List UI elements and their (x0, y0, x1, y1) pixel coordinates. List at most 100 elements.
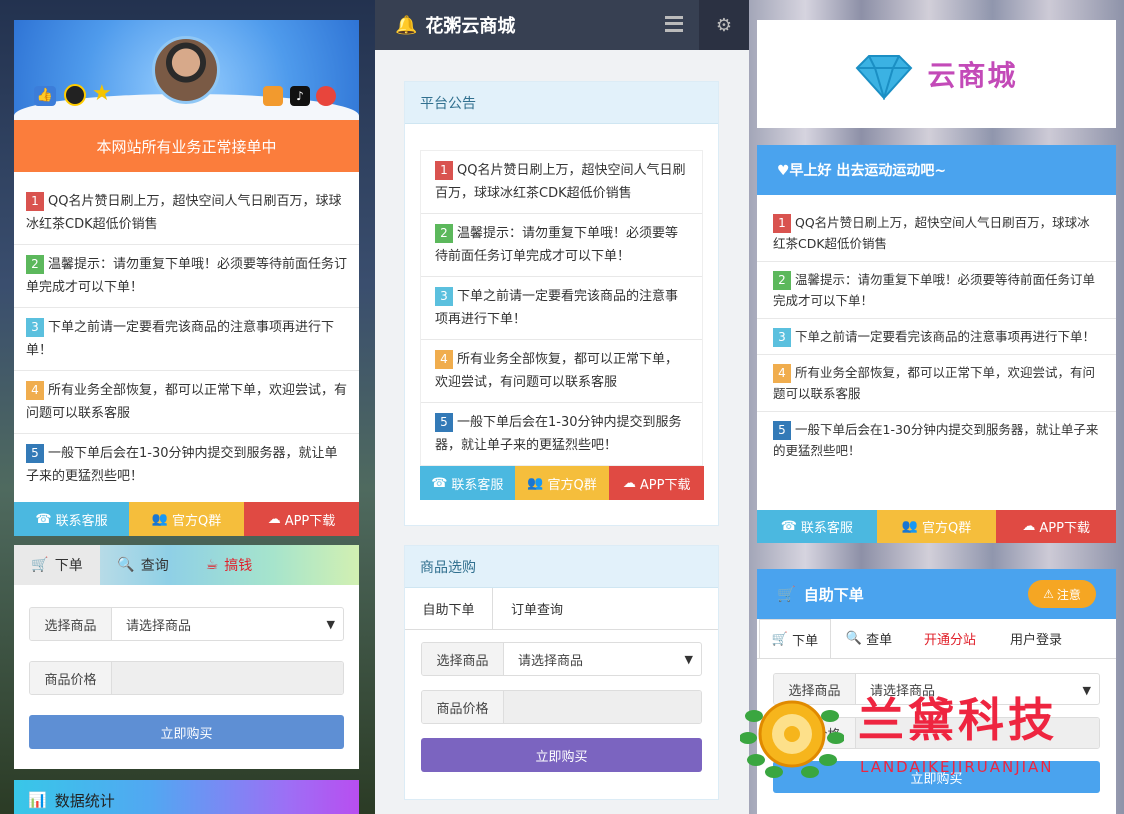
cloud-download-icon: ☁ (1022, 519, 1036, 534)
left-notice-card: 👍 ★ ♪ 本网站所有业务正常接单中 1 QQ名片赞日刷上万，超快空间人气日刷百万… (14, 20, 359, 536)
list-item: 2 温馨提示：请勿重复下单哦！必须要等待前面任务订单完成才可以下单！ (14, 245, 359, 308)
buy-now-button[interactable]: 立即购买 (421, 738, 702, 772)
tab-order[interactable]: 🛒 下单 (759, 619, 831, 658)
tab-open-branch[interactable]: 开通分站 (907, 619, 993, 658)
left-contact-buttons: ☎ 联系客服 👥 官方Q群 ☁ APP下载 (14, 502, 359, 536)
tab-earn[interactable]: ☕ 搞钱 (186, 545, 272, 585)
notice-text: 温馨提示：请勿重复下单哦！必须要等待前面任务订单完成才可以下单！ (26, 257, 348, 295)
gear-icon: ⚙ (715, 14, 733, 36)
notice-number: 2 (26, 255, 44, 274)
bilibili-icon[interactable] (263, 86, 283, 106)
qq-group-button[interactable]: 👥 官方Q群 (129, 502, 244, 536)
list-item: 3 下单之前请一定要看完该商品的注意事项再进行下单！ (757, 319, 1116, 355)
list-item: 1 QQ名片赞日刷上万，超快空间人气日刷百万，球球冰红茶CDK超低价销售 (421, 151, 702, 214)
settings-button[interactable]: ⚙ (699, 0, 749, 50)
right-notice-list: 1 QQ名片赞日刷上万，超快空间人气日刷百万，球球冰红茶CDK超低价销售 2 温馨提… (757, 205, 1116, 468)
cart-icon: 🛒 (777, 585, 796, 603)
shop-card-title: 商品选购 (405, 546, 718, 588)
select-value[interactable]: 请选择商品 ▼ (504, 643, 701, 675)
list-item: 2 温馨提示：请勿重复下单哦！必须要等待前面任务订单完成才可以下单！ (757, 262, 1116, 319)
tab-order-query[interactable]: 订单查询 (493, 588, 581, 629)
contact-service-button[interactable]: ☎ 联系客服 (420, 466, 515, 500)
product-select[interactable]: 选择商品 请选择商品 ▼ (421, 642, 702, 676)
contact-service-button[interactable]: ☎ 联系客服 (14, 502, 129, 536)
tab-self-order[interactable]: 自助下单 (405, 588, 493, 629)
price-value (112, 662, 343, 694)
tab-query[interactable]: 🔍 查单 (831, 619, 907, 658)
notice-number: 1 (26, 192, 44, 211)
attention-button[interactable]: ⚠ 注意 (1028, 580, 1096, 608)
notice-number: 4 (26, 381, 44, 400)
price-field: 商品价格 (29, 661, 344, 695)
list-item: 3 下单之前请一定要看完该商品的注意事项再进行下单！ (421, 277, 702, 340)
left-notice-list: 1 QQ名片赞日刷上万，超快空间人气日刷百万，球球冰红茶CDK超低价销售 2 温馨提… (14, 182, 359, 496)
notice-text: 一般下单后会在1-30分钟内提交到服务器，就让单子来的更猛烈些吧！ (26, 446, 338, 484)
qq-penguin-icon[interactable] (64, 84, 86, 106)
qq-group-button[interactable]: 👥 官方Q群 (514, 466, 610, 500)
right-contact-buttons: ☎ 联系客服 👥 官方Q群 ☁ APP下载 (757, 510, 1116, 543)
watermark: 兰黛科技 LANDAIKEJIRUANJIAN (740, 686, 1100, 782)
notice-text: QQ名片赞日刷上万，超快空间人气日刷百万，球球冰红茶CDK超低价销售 (26, 194, 342, 232)
notice-number: 4 (435, 350, 453, 369)
list-item: 1 QQ名片赞日刷上万，超快空间人气日刷百万，球球冰红茶CDK超低价销售 (757, 205, 1116, 262)
list-item: 3 下单之前请一定要看完该商品的注意事项再进行下单！ (14, 308, 359, 371)
notice-text: 一般下单后会在1-30分钟内提交到服务器，就让单子来的更猛烈些吧！ (435, 415, 682, 453)
contact-service-button[interactable]: ☎ 联系客服 (757, 510, 877, 543)
notice-number: 5 (435, 413, 453, 432)
select-label: 选择商品 (30, 608, 112, 640)
logo-text: 云商城 (927, 59, 1018, 92)
thumbs-up-icon[interactable]: 👍 (34, 86, 56, 106)
notice-number: 5 (26, 444, 44, 463)
weibo-icon[interactable] (316, 86, 336, 106)
notice-number: 5 (773, 421, 791, 440)
qq-group-button[interactable]: 👥 官方Q群 (876, 510, 997, 543)
price-label: 商品价格 (30, 662, 112, 694)
search-icon: 🔍 (845, 631, 863, 646)
app-download-button[interactable]: ☁ APP下载 (996, 510, 1116, 543)
notice-number: 1 (435, 161, 453, 180)
left-tab-bar: 🛒 下单 🔍 查询 ☕ 搞钱 (14, 545, 359, 585)
notice-number: 3 (26, 318, 44, 337)
tab-user-login[interactable]: 用户登录 (993, 619, 1079, 658)
select-value[interactable]: 请选择商品 ▼ (112, 608, 343, 640)
notice-number: 1 (773, 214, 791, 233)
star-icon[interactable]: ★ (92, 82, 112, 106)
bell-icon: 🔔 (395, 14, 418, 36)
left-order-card: 🛒 下单 🔍 查询 ☕ 搞钱 选择商品 请选择商品 ▼ 商品价格 立即购买 (14, 545, 359, 769)
mid-shop-card: 商品选购 自助下单 订单查询 选择商品 请选择商品 ▼ 商品价格 立即购买 (404, 545, 719, 800)
mid-tab-bar: 自助下单 订单查询 (405, 588, 718, 630)
site-title[interactable]: 花粥云商城 (425, 12, 515, 38)
notice-text: QQ名片赞日刷上万，超快空间人气日刷百万，球球冰红茶CDK超低价销售 (435, 163, 686, 201)
mid-navbar: 🔔 花粥云商城 ⚙ (375, 0, 749, 50)
notice-text: 温馨提示：请勿重复下单哦！必须要等待前面任务订单完成才可以下单！ (773, 272, 1096, 308)
tab-query[interactable]: 🔍 查询 (100, 545, 186, 585)
product-select[interactable]: 选择商品 请选择商品 ▼ (29, 607, 344, 641)
app-download-button[interactable]: ☁ APP下载 (244, 502, 359, 536)
price-field: 商品价格 (421, 690, 702, 724)
menu-icon[interactable] (665, 16, 683, 32)
tiktok-icon[interactable]: ♪ (290, 86, 310, 106)
app-download-button[interactable]: ☁ APP下载 (609, 466, 705, 500)
business-banner: 本网站所有业务正常接单中 (14, 120, 359, 172)
right-notice-card: ♥早上好 出去运动运动吧~ 1 QQ名片赞日刷上万，超快空间人气日刷百万，球球冰红… (757, 145, 1116, 543)
list-item: 4 所有业务全部恢复，都可以正常下单，欢迎尝试，有问题可以联系客服 (757, 355, 1116, 412)
chevron-down-icon: ▼ (684, 653, 693, 666)
cloud-download-icon: ☁ (622, 475, 636, 491)
warning-icon: ⚠ (1043, 587, 1054, 601)
self-order-header: 🛒 自助下单 ⚠ 注意 (757, 569, 1116, 619)
list-item: 5 一般下单后会在1-30分钟内提交到服务器，就让单子来的更猛烈些吧！ (757, 412, 1116, 468)
wreath-logo-icon (740, 700, 844, 778)
buy-now-button[interactable]: 立即购买 (29, 715, 344, 749)
watermark-en: LANDAIKEJIRUANJIAN (860, 758, 1054, 776)
avatar (152, 36, 220, 104)
headset-icon: ☎ (35, 511, 52, 527)
right-tab-bar: 🛒 下单 🔍 查单 开通分站 用户登录 (757, 619, 1116, 659)
list-item: 5 一般下单后会在1-30分钟内提交到服务器，就让单子来的更猛烈些吧！ (421, 403, 702, 465)
notice-text: 下单之前请一定要看完该商品的注意事项再进行下单！ (26, 320, 335, 358)
list-item: 2 温馨提示：请勿重复下单哦！必须要等待前面任务订单完成才可以下单！ (421, 214, 702, 277)
tab-order[interactable]: 🛒 下单 (14, 545, 100, 585)
notice-text: 下单之前请一定要看完该商品的注意事项再进行下单！ (435, 289, 679, 327)
notice-text: QQ名片赞日刷上万，超快空间人气日刷百万，球球冰红茶CDK超低价销售 (773, 215, 1090, 251)
cloud-download-icon: ☁ (267, 511, 281, 527)
bar-chart-icon: 📊 (28, 791, 47, 809)
